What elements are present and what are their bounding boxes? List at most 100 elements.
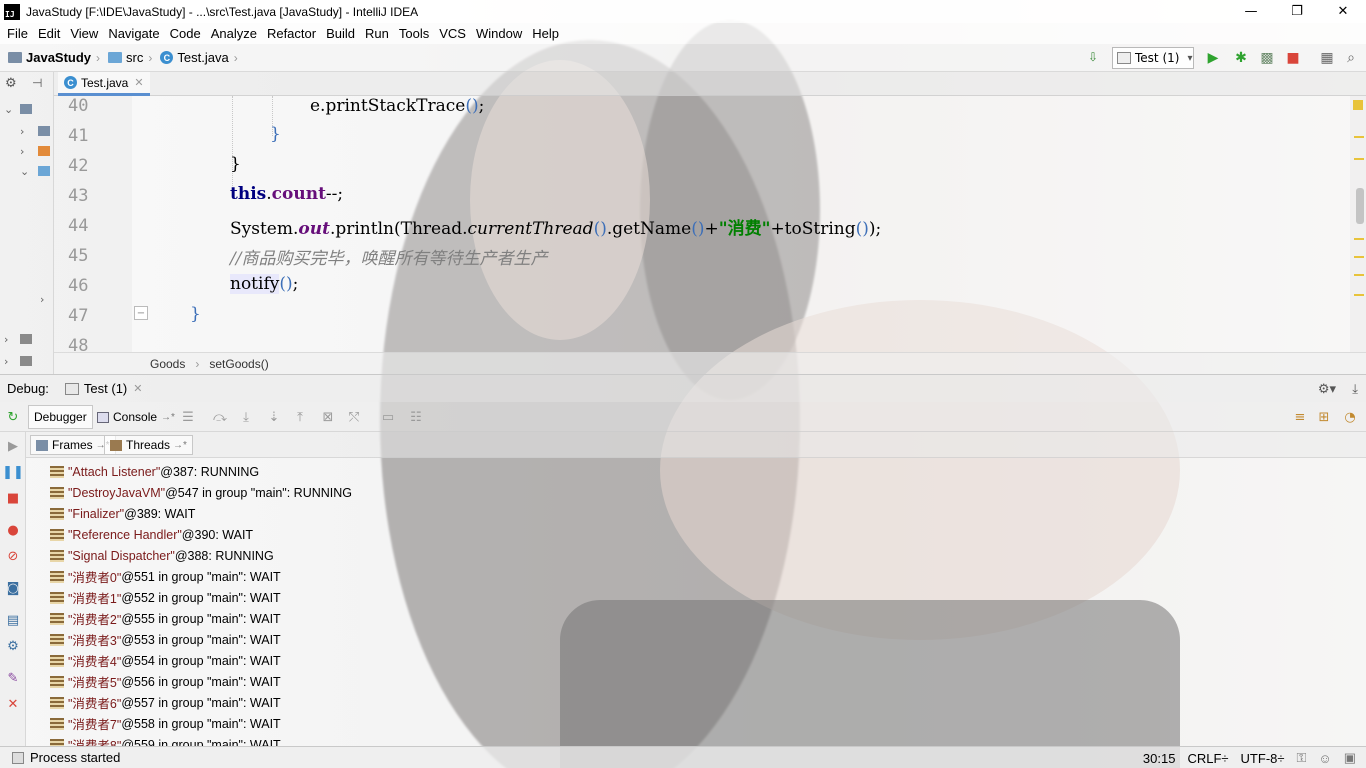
coverage-icon[interactable]: ▩ (1258, 49, 1276, 67)
gear-icon[interactable]: ⚙ (5, 76, 17, 91)
step-over-icon[interactable]: ⤼ (212, 409, 228, 425)
trace-icon[interactable]: ☷ (408, 409, 424, 425)
run-to-cursor-icon[interactable]: ⤲ (346, 409, 362, 425)
nav-src-label: src (126, 50, 144, 65)
thread-icon (50, 633, 64, 646)
tab-frames[interactable]: Frames →* (30, 435, 116, 455)
project-structure-icon[interactable]: ▦ (1318, 49, 1336, 67)
inspector-icon[interactable]: ☺ (1318, 751, 1331, 766)
restore-layout-icon[interactable]: ▤ (5, 612, 21, 628)
menu-view[interactable]: View (65, 26, 103, 41)
evaluate-icon[interactable]: ▭ (380, 409, 396, 425)
session-icon (64, 382, 79, 395)
thread-row[interactable]: "消费者1" @552 in group "main": WAIT (50, 587, 281, 608)
thread-row[interactable]: "消费者6" @557 in group "main": WAIT (50, 692, 281, 713)
thread-row[interactable]: "Reference Handler" @390: WAIT (50, 524, 253, 545)
thread-row[interactable]: "Signal Dispatcher" @388: RUNNING (50, 545, 274, 566)
fold-marker-icon[interactable]: − (134, 306, 148, 320)
pause-icon[interactable]: ❚❚ (2, 464, 24, 480)
tree-row-collapsed[interactable]: › (4, 290, 52, 308)
lock-icon[interactable]: ⚿ (1297, 750, 1307, 766)
nav-file[interactable]: C Test.java › (160, 50, 238, 65)
search-icon[interactable]: ⌕ (1342, 49, 1360, 67)
tab-test-java[interactable]: C Test.java ✕ (58, 72, 150, 96)
thread-row[interactable]: "消费者3" @553 in group "main": WAIT (50, 629, 281, 650)
nav-project[interactable]: JavaStudy › (8, 50, 100, 65)
pin-tab-icon[interactable]: ✎ (5, 670, 21, 686)
file-encoding[interactable]: UTF-8÷ (1241, 751, 1285, 766)
debug-session-tab[interactable]: Test (1) ✕ (64, 381, 142, 396)
rerun-icon[interactable]: ↻ (5, 409, 21, 425)
view-breakpoints-icon[interactable]: ● (5, 522, 21, 538)
show-execution-point-icon[interactable]: ☰ (180, 409, 196, 425)
thread-row[interactable]: "Finalizer" @389: WAIT (50, 503, 195, 524)
restore-layout-icon[interactable]: ⊞ (1316, 409, 1332, 425)
close-tab-icon[interactable]: ✕ (134, 76, 143, 89)
collapse-icon[interactable]: ⊣ (32, 76, 42, 90)
thread-row[interactable]: "消费者4" @554 in group "main": WAIT (50, 650, 281, 671)
thread-row[interactable]: "消费者8" @559 in group "main": WAIT (50, 734, 281, 746)
debug-icon[interactable]: ✱ (1232, 49, 1250, 67)
tree-row-src[interactable]: ⌄ (4, 162, 50, 180)
step-out-icon[interactable]: ⤒ (292, 409, 308, 425)
tree-row-project[interactable]: ⌄ (4, 100, 32, 118)
thread-row[interactable]: "消费者7" @558 in group "main": WAIT (50, 713, 281, 734)
tree-row-external-libraries[interactable]: › (4, 330, 32, 348)
layout-icon[interactable]: ≡ (1292, 409, 1308, 425)
thread-row[interactable]: "消费者0" @551 in group "main": WAIT (50, 566, 281, 587)
editor-scrollbar[interactable] (1350, 96, 1366, 352)
step-into-icon[interactable]: ⤓ (238, 409, 254, 425)
code-editor[interactable]: e.printStackTrace(); } } this.count--; S… (132, 96, 1350, 352)
menu-help[interactable]: Help (527, 26, 564, 41)
run-icon[interactable]: ▶ (1204, 49, 1222, 67)
chevron-right-icon: › (20, 124, 25, 138)
settings-icon[interactable]: ◔ (1342, 409, 1358, 425)
scroll-thumb[interactable] (1356, 188, 1364, 224)
drop-frame-icon[interactable]: ⊠ (320, 409, 336, 425)
tab-debugger[interactable]: Debugger (28, 405, 93, 429)
resume-icon[interactable]: ▶ (5, 438, 21, 454)
force-step-into-icon[interactable]: ⇣ (266, 409, 282, 425)
sort-icon[interactable]: ⇩ (1088, 50, 1098, 64)
menu-run[interactable]: Run (360, 26, 394, 41)
breadcrumb-class[interactable]: Goods (150, 357, 185, 371)
minimize-button[interactable]: — (1228, 0, 1274, 23)
thread-row[interactable]: "Attach Listener" @387: RUNNING (50, 461, 259, 482)
mute-breakpoints-icon[interactable]: ⊘ (5, 548, 21, 564)
tree-row-out[interactable]: › (4, 142, 50, 160)
close-button[interactable]: ✕ (1320, 0, 1366, 23)
thread-row[interactable]: "DestroyJavaVM" @547 in group "main": RUN… (50, 482, 352, 503)
menu-vcs[interactable]: VCS (434, 26, 471, 41)
nav-src[interactable]: src › (108, 50, 152, 65)
stop-icon[interactable]: ■ (1284, 49, 1302, 67)
menu-window[interactable]: Window (471, 26, 527, 41)
run-configuration-select[interactable]: Test (1) ▾ (1112, 47, 1194, 69)
tab-console[interactable]: Console →* (92, 405, 180, 429)
menu-edit[interactable]: Edit (33, 26, 65, 41)
event-log-icon[interactable]: ▣ (1344, 750, 1356, 766)
stop-icon[interactable]: ■ (5, 490, 21, 506)
menu-file[interactable]: File (2, 26, 33, 41)
tree-row-scratches[interactable]: › (4, 352, 32, 370)
line-separator[interactable]: CRLF÷ (1187, 751, 1228, 766)
thread-row[interactable]: "消费者2" @555 in group "main": WAIT (50, 608, 281, 629)
hide-icon[interactable]: ⤓ (1352, 381, 1358, 397)
menu-navigate[interactable]: Navigate (103, 26, 164, 41)
close-icon[interactable]: ✕ (5, 696, 21, 712)
menu-tools[interactable]: Tools (394, 26, 434, 41)
menu-analyze[interactable]: Analyze (206, 26, 262, 41)
breadcrumb-method[interactable]: setGoods() (209, 357, 268, 371)
settings-icon[interactable]: ⚙ (5, 638, 21, 654)
maximize-button[interactable]: ❐ (1274, 0, 1320, 23)
menu-code[interactable]: Code (165, 26, 206, 41)
menu-refactor[interactable]: Refactor (262, 26, 321, 41)
close-tab-icon[interactable]: ✕ (133, 382, 142, 395)
thread-row[interactable]: "消费者5" @556 in group "main": WAIT (50, 671, 281, 692)
camera-icon[interactable]: ◙ (5, 580, 21, 596)
tab-threads[interactable]: Threads →* (104, 435, 193, 455)
tool-windows-icon[interactable] (12, 751, 24, 764)
caret-position[interactable]: 30:15 (1143, 751, 1176, 766)
menu-build[interactable]: Build (321, 26, 360, 41)
tree-row-idea[interactable]: › (4, 122, 50, 140)
gear-icon[interactable]: ⚙▾ (1318, 381, 1336, 397)
